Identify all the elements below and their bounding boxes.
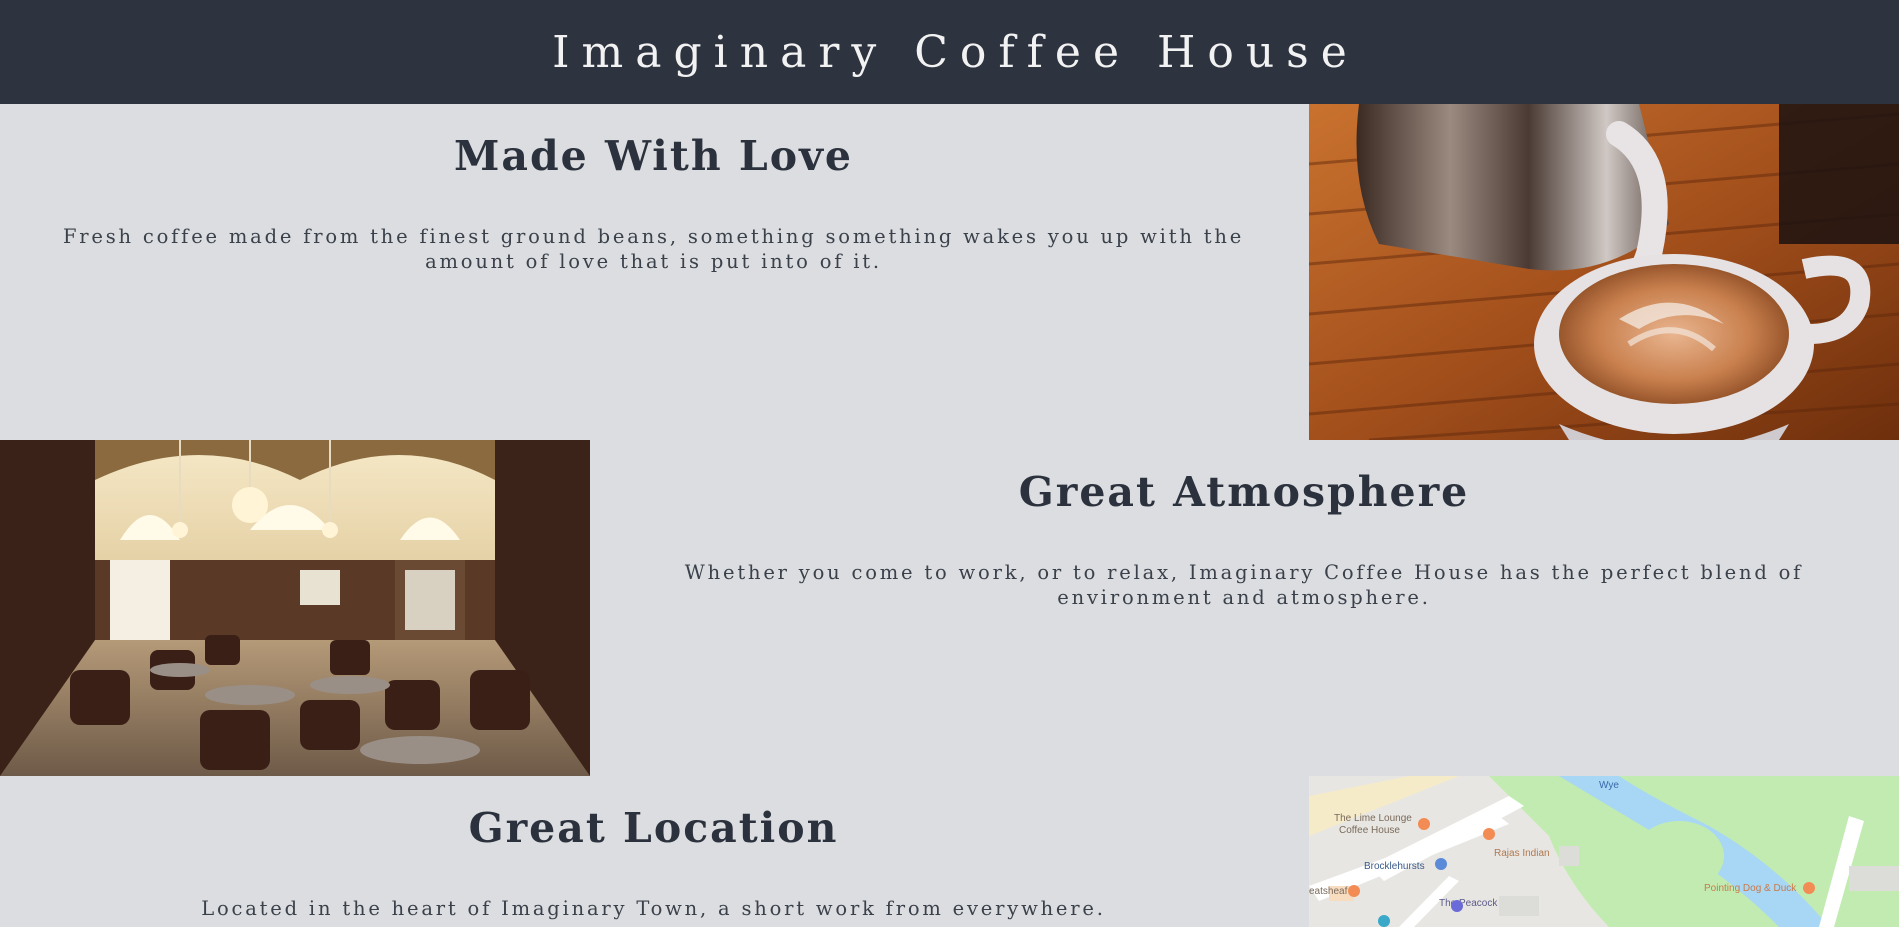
section-body: Whether you come to work, or to relax, I…	[684, 561, 1804, 609]
section-body: Fresh coffee made from the finest ground…	[62, 225, 1245, 273]
section-body: Located in the heart of Imaginary Town, …	[201, 897, 1106, 920]
section-text: Great Location Located in the heart of I…	[30, 776, 1277, 921]
section-great-atmosphere: Great Atmosphere Whether you come to wor…	[0, 440, 1899, 776]
cafe-interior-graphic	[0, 440, 590, 776]
map-graphic: The Lime Lounge Coffee House Rajas India…	[1309, 776, 1899, 927]
map-label: Pointing Dog & Duck	[1704, 883, 1797, 894]
section-heading: Great Location	[468, 804, 839, 852]
cafe-interior-image	[0, 440, 590, 776]
map-label: The Peacock	[1439, 898, 1498, 909]
latte-art-graphic	[1309, 104, 1899, 440]
section-text: Made With Love Fresh coffee made from th…	[30, 104, 1277, 274]
section-text: Great Atmosphere Whether you come to wor…	[630, 440, 1858, 610]
section-made-with-love: Made With Love Fresh coffee made from th…	[0, 104, 1899, 440]
map-label: Rajas Indian	[1494, 848, 1550, 859]
map-label: The Lime Lounge	[1334, 813, 1412, 824]
location-map[interactable]: The Lime Lounge Coffee House Rajas India…	[1309, 776, 1899, 927]
site-title: Imaginary Coffee House	[552, 26, 1359, 78]
map-label: Wye	[1599, 780, 1619, 791]
map-label: eatsheaf	[1309, 886, 1348, 897]
section-heading: Made With Love	[454, 132, 853, 180]
latte-art-image	[1309, 104, 1899, 440]
section-great-location: Great Location Located in the heart of I…	[0, 776, 1899, 927]
map-label: Brocklehursts	[1364, 861, 1425, 872]
site-header: Imaginary Coffee House	[0, 0, 1899, 104]
map-label: Coffee House	[1339, 825, 1400, 836]
section-heading: Great Atmosphere	[1018, 468, 1470, 516]
